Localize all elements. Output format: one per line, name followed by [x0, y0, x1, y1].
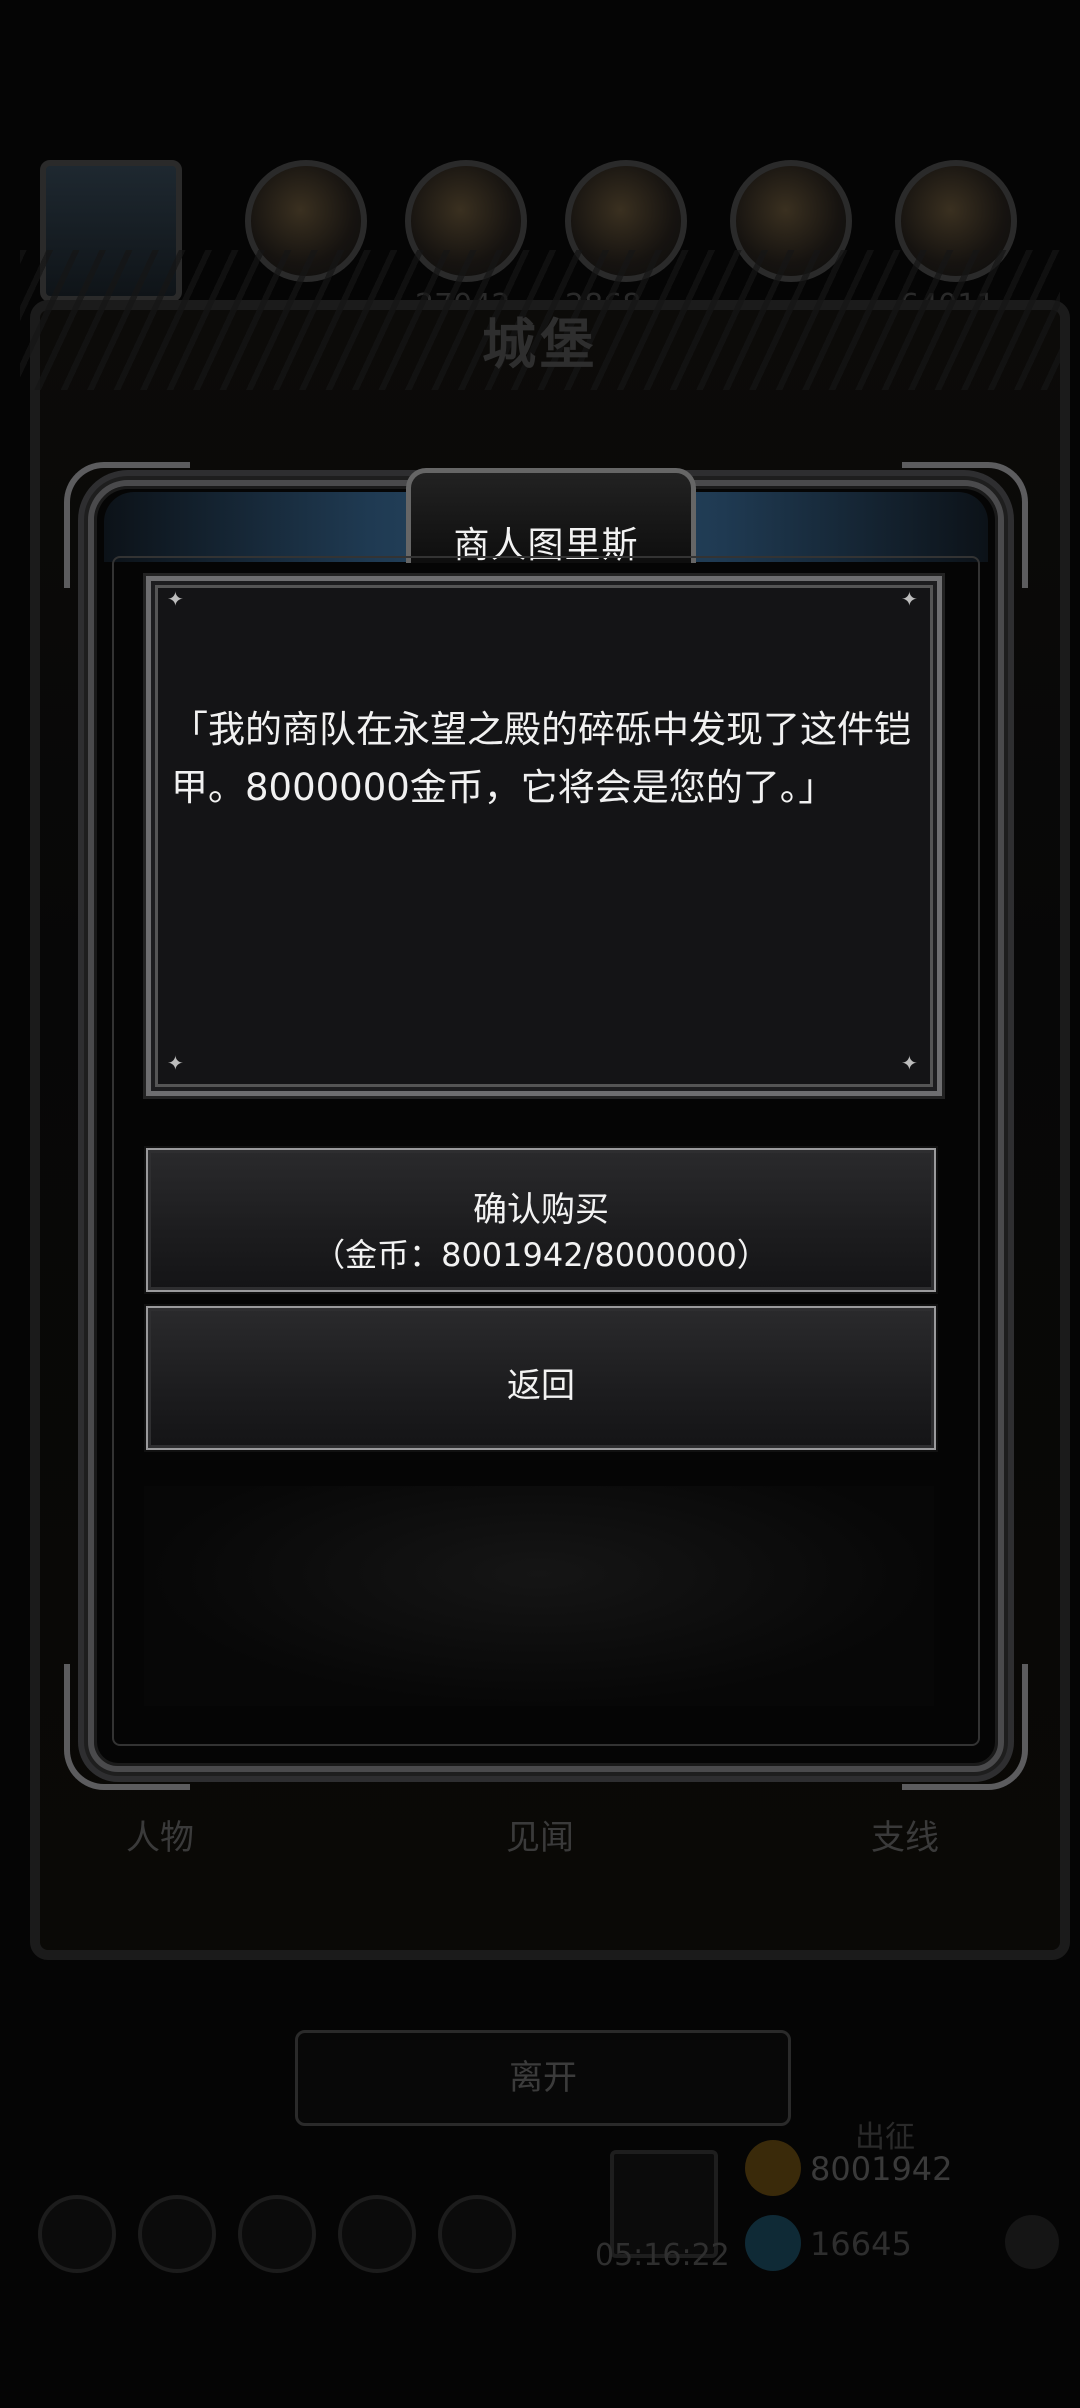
tab-news[interactable]: 见闻	[440, 1810, 640, 1859]
leave-button[interactable]: 离开	[295, 2030, 791, 2126]
menu-icon[interactable]	[338, 2195, 416, 2273]
gem-amount: 16645	[810, 2225, 912, 2263]
merchant-message: 「我的商队在永望之殿的碎砾中发现了这件铠甲。8000000金币，它将会是您的了。…	[171, 708, 911, 809]
dialog-empty-area	[144, 1486, 934, 1706]
dialog-title: 商人图里斯	[453, 525, 639, 566]
back-button-label: 返回	[507, 1366, 575, 1406]
back-button[interactable]: 返回	[146, 1306, 936, 1450]
tab-characters[interactable]: 人物	[60, 1810, 260, 1859]
menu-icon[interactable]	[238, 2195, 316, 2273]
confirm-purchase-button[interactable]: 确认购买 （金币：8001942/8000000）	[146, 1148, 936, 1292]
sparkle-icon: ✦	[901, 1051, 918, 1075]
menu-icon[interactable]	[438, 2195, 516, 2273]
plus-icon[interactable]	[1005, 2215, 1059, 2269]
gift-timer: 05:16:22	[595, 2238, 730, 2273]
screen-title: 城堡	[482, 313, 598, 376]
message-panel: ✦ ✦ ✦ ✦ 「我的商队在永望之殿的碎砾中发现了这件铠甲。8000000金币，…	[146, 576, 942, 1096]
castle-tabs: 人物 见闻 支线	[60, 1810, 1020, 1880]
gold-amount: 8001942	[810, 2150, 953, 2188]
tab-sidequests[interactable]: 支线	[805, 1810, 1005, 1859]
purchase-cost: （金币：8001942/8000000）	[313, 1236, 769, 1274]
sparkle-icon: ✦	[167, 587, 184, 611]
sparkle-icon: ✦	[167, 1051, 184, 1075]
sparkle-icon: ✦	[901, 587, 918, 611]
menu-icon[interactable]	[38, 2195, 116, 2273]
merchant-dialog: 商人图里斯 ✦ ✦ ✦ ✦ 「我的商队在永望之殿的碎砾中发现了这件铠甲。8000…	[64, 462, 1028, 1790]
gold-coin-icon	[745, 2140, 801, 2196]
menu-icon[interactable]	[138, 2195, 216, 2273]
confirm-purchase-label: 确认购买	[473, 1190, 609, 1230]
gem-icon	[745, 2215, 801, 2271]
